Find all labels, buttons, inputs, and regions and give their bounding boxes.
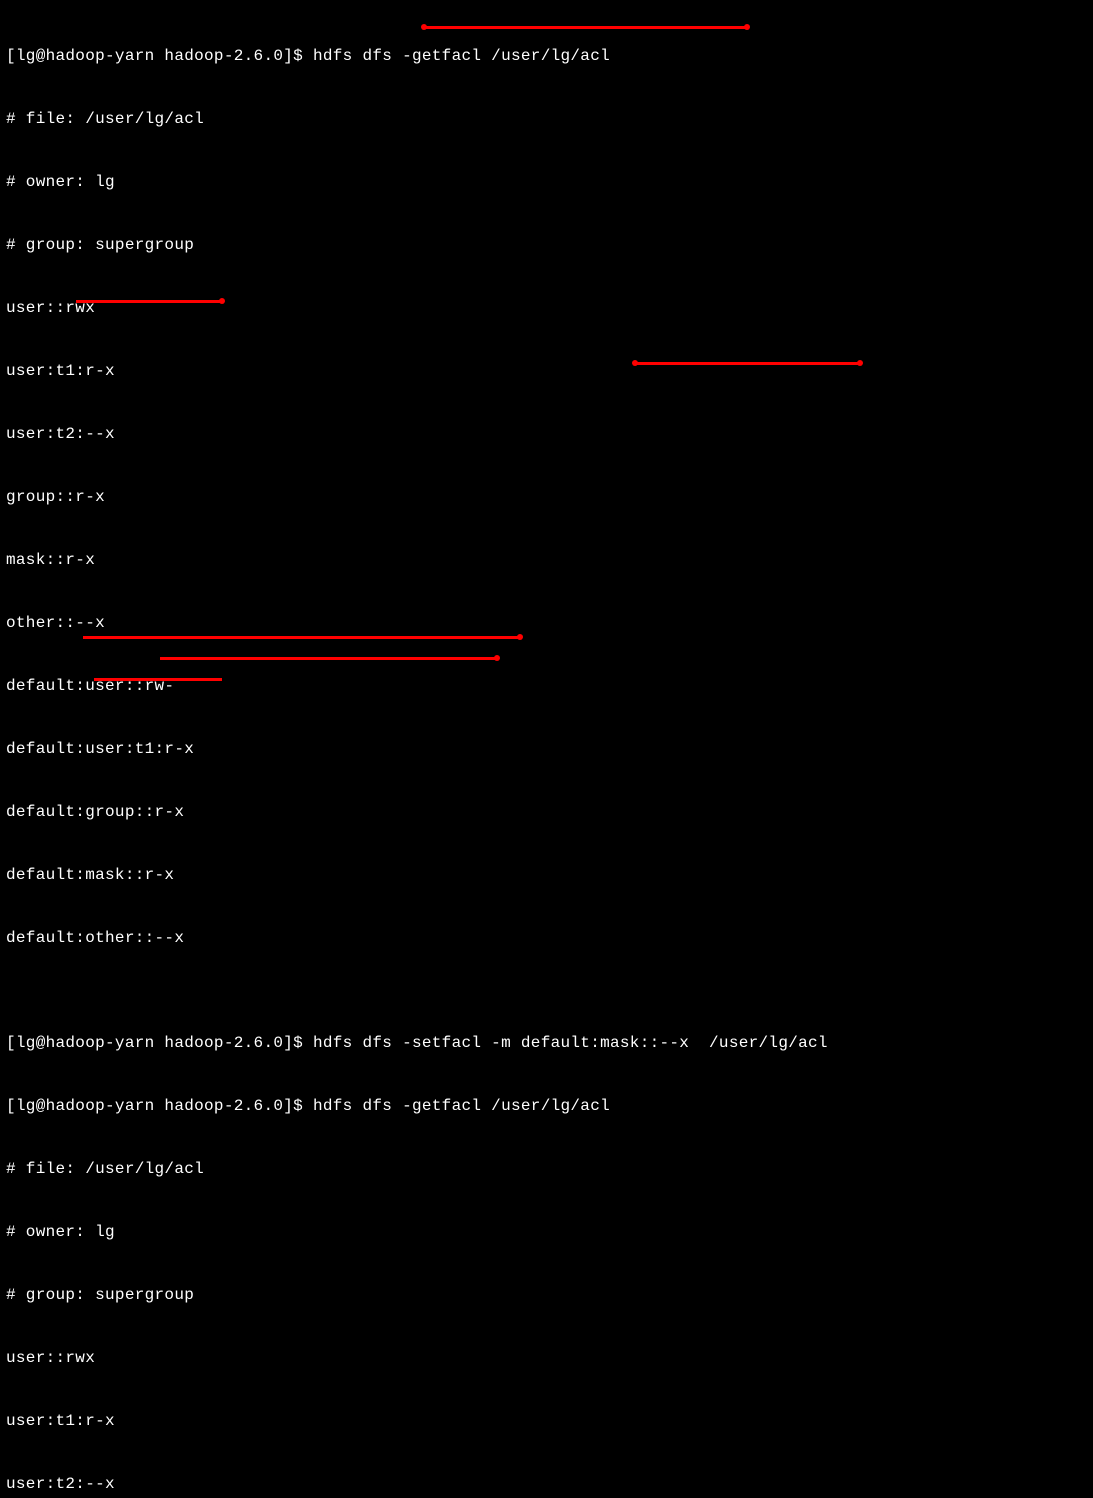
line-output: # owner: lg [6,1222,1087,1243]
line-output: user:t1:r-x [6,1411,1087,1432]
command-text: hdfs dfs -getfacl /user/lg/acl [313,47,610,65]
terminal-output[interactable]: [lg@hadoop-yarn hadoop-2.6.0]$ hdfs dfs … [0,0,1093,1498]
line-output: default:group::r-x [6,802,1087,823]
shell-prompt: [lg@hadoop-yarn hadoop-2.6.0]$ [6,1097,313,1115]
line-output: default:user:t1:r-x [6,739,1087,760]
command-text: hdfs dfs -getfacl /user/lg/acl [313,1097,610,1115]
line-output: # file: /user/lg/acl [6,1159,1087,1180]
line-output: group::r-x [6,487,1087,508]
shell-prompt: [lg@hadoop-yarn hadoop-2.6.0]$ [6,47,313,65]
line-cmd-getfacl-2: [lg@hadoop-yarn hadoop-2.6.0]$ hdfs dfs … [6,1096,1087,1117]
annotation-underline [94,678,222,681]
command-text: hdfs dfs -setfacl -m default:mask::--x /… [313,1034,828,1052]
line-cmd-getfacl-1: [lg@hadoop-yarn hadoop-2.6.0]$ hdfs dfs … [6,46,1087,67]
line-output: mask::r-x [6,550,1087,571]
annotation-underline [424,26,747,29]
line-output: user:t2:--x [6,1474,1087,1495]
line-output: # group: supergroup [6,1285,1087,1306]
annotation-underline [635,362,860,365]
annotation-underline [160,657,497,660]
annotation-dot [517,634,523,640]
line-output: user::rwx [6,1348,1087,1369]
annotation-dot [632,360,638,366]
annotation-underline [76,300,222,303]
annotation-dot [219,298,225,304]
annotation-underline [83,636,520,639]
line-output: user:t2:--x [6,424,1087,445]
line-output: # group: supergroup [6,235,1087,256]
annotation-dot [744,24,750,30]
annotation-dot [857,360,863,366]
line-output: # owner: lg [6,172,1087,193]
line-output: other::--x [6,613,1087,634]
line-output: default:other::--x [6,928,1087,949]
line-cmd-setfacl: [lg@hadoop-yarn hadoop-2.6.0]$ hdfs dfs … [6,1033,1087,1054]
line-output: default:mask::r-x [6,865,1087,886]
annotation-dot [421,24,427,30]
line-output: # file: /user/lg/acl [6,109,1087,130]
line-output: user:t1:r-x [6,361,1087,382]
shell-prompt: [lg@hadoop-yarn hadoop-2.6.0]$ [6,1034,313,1052]
annotation-dot [494,655,500,661]
